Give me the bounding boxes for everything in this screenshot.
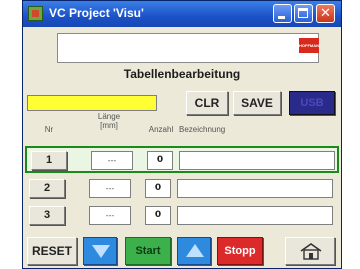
scroll-up-button[interactable]: [177, 237, 211, 265]
bezeichnung-field[interactable]: [177, 179, 333, 198]
arrow-down-icon: [92, 245, 110, 258]
laenge-field[interactable]: ---: [89, 206, 131, 225]
anzahl-field[interactable]: 0: [145, 179, 171, 198]
bezeichnung-field[interactable]: [177, 206, 333, 225]
anzahl-field[interactable]: 0: [145, 206, 171, 225]
row-number-button[interactable]: 2: [29, 179, 65, 198]
column-header-nr: Nr: [44, 125, 54, 134]
bottom-toolbar: RESET Start Stopp: [23, 237, 341, 267]
column-header-anzahl: Anzahl: [148, 125, 174, 134]
close-icon: ✕: [320, 6, 331, 21]
row-number-button[interactable]: 1: [31, 151, 67, 170]
bezeichnung-field[interactable]: [179, 151, 335, 170]
save-button[interactable]: SAVE: [233, 91, 281, 115]
table-row: 1 --- 0: [25, 146, 339, 173]
window-title: VC Project 'Visu': [49, 6, 144, 20]
stopp-button[interactable]: Stopp: [217, 237, 263, 265]
column-header-laenge: Länge [mm]: [97, 112, 121, 130]
reset-button[interactable]: RESET: [27, 237, 77, 265]
row-number-button[interactable]: 3: [29, 206, 65, 225]
start-button[interactable]: Start: [125, 237, 171, 265]
laenge-field[interactable]: ---: [89, 179, 131, 198]
close-button[interactable]: ✕: [316, 4, 335, 23]
header-banner: [57, 33, 319, 63]
scroll-down-button[interactable]: [83, 237, 117, 265]
column-header-bezeichnung: Bezeichnung: [179, 125, 226, 134]
table-row: 3 --- 0: [25, 203, 339, 230]
maximize-button[interactable]: [294, 4, 313, 23]
usb-button[interactable]: USB: [289, 91, 335, 115]
maximize-icon: [298, 8, 308, 18]
status-field[interactable]: [27, 95, 157, 111]
hoffmann-logo: HOFFMANN: [299, 38, 319, 53]
minimize-button[interactable]: [273, 4, 292, 23]
app-window: VC Project 'Visu' ✕ HOFFMANN Tabellenbea…: [22, 0, 342, 269]
table-row: 2 --- 0: [25, 176, 339, 203]
title-bar[interactable]: VC Project 'Visu' ✕: [23, 1, 341, 27]
anzahl-field[interactable]: 0: [147, 151, 173, 170]
minimize-icon: [278, 16, 285, 19]
clr-button[interactable]: CLR: [186, 91, 228, 115]
arrow-up-icon: [186, 244, 204, 257]
laenge-field[interactable]: ---: [91, 151, 133, 170]
home-icon: [300, 243, 322, 260]
page-title: Tabellenbearbeitung: [123, 67, 241, 81]
home-button[interactable]: [285, 237, 335, 265]
app-icon: [28, 6, 43, 21]
